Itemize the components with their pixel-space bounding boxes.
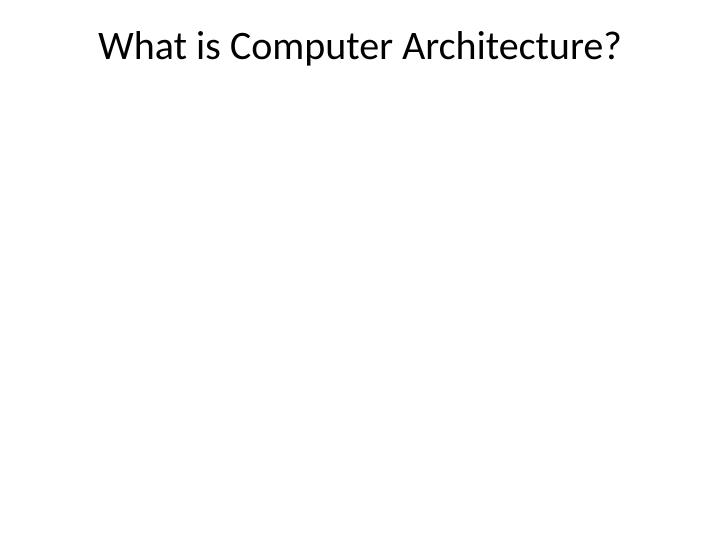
slide-title: What is Computer Architecture? [55,22,665,70]
slide-container: What is Computer Architecture? [0,0,720,540]
